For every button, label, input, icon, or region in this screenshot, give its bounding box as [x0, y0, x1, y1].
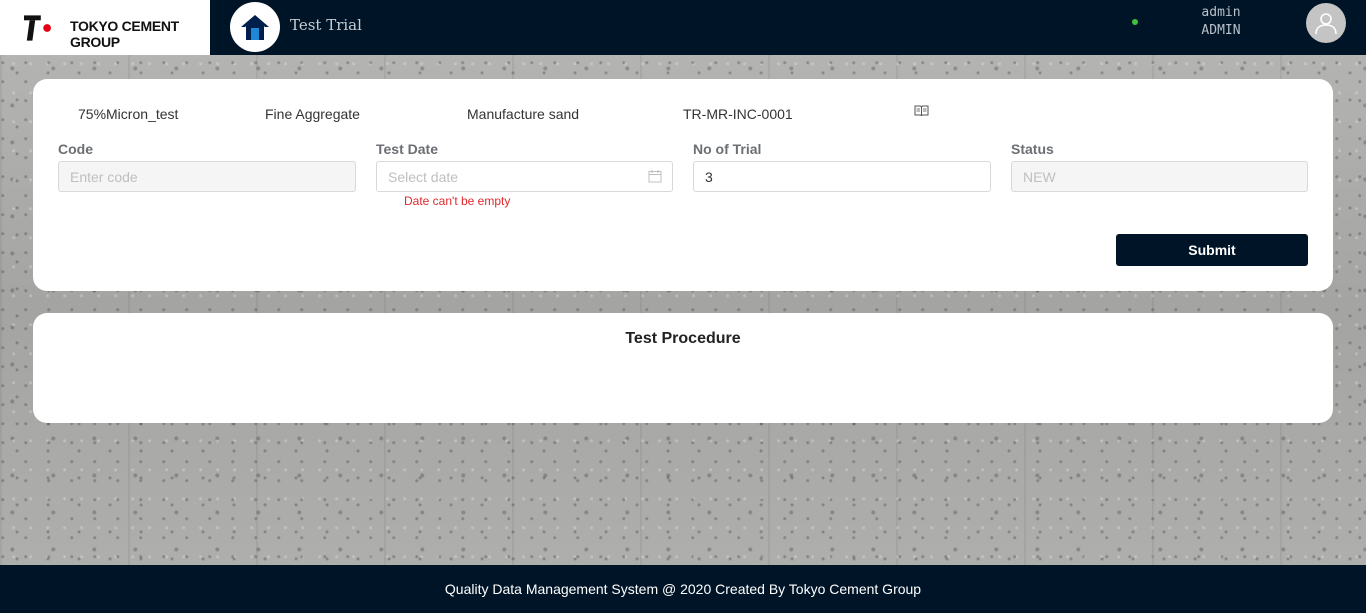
- sub-material-name: Manufacture sand: [467, 106, 580, 122]
- online-status-indicator: [1132, 19, 1138, 25]
- test-procedure-card: Test Procedure: [33, 313, 1333, 423]
- code-input[interactable]: [58, 161, 356, 192]
- test-date-picker[interactable]: [376, 161, 673, 192]
- submit-button[interactable]: Submit: [1116, 234, 1308, 266]
- material-name: Fine Aggregate: [265, 106, 360, 122]
- no-of-trial-label: No of Trial: [693, 141, 762, 157]
- page-title: Test Trial: [290, 16, 362, 34]
- home-icon: [241, 15, 269, 40]
- footer: Quality Data Management System @ 2020 Cr…: [0, 565, 1366, 613]
- logo-icon: [24, 15, 51, 41]
- book-icon[interactable]: [914, 105, 929, 117]
- brand-logo[interactable]: TOKYO CEMENT GROUP: [0, 0, 210, 55]
- user-icon: [1315, 13, 1337, 35]
- calendar-icon: [648, 170, 662, 183]
- user-role: ADMIN: [1201, 23, 1241, 38]
- test-procedure-title: Test Procedure: [625, 330, 741, 347]
- test-date-label: Test Date: [376, 141, 438, 157]
- test-trial-form-card: 75%Micron_test Fine Aggregate Manufactur…: [33, 79, 1333, 291]
- test-date-input[interactable]: [376, 161, 673, 192]
- top-navbar: TOKYO CEMENT GROUP Test Trial admin ADMI…: [0, 0, 1366, 55]
- brand-name: TOKYO CEMENT GROUP: [70, 18, 179, 50]
- test-date-error: Date can't be empty: [404, 194, 511, 208]
- status-label: Status: [1011, 141, 1054, 157]
- footer-text: Quality Data Management System @ 2020 Cr…: [444, 581, 922, 597]
- trial-code: TR-MR-INC-0001: [683, 106, 793, 122]
- no-of-trial-input[interactable]: [693, 161, 991, 192]
- test-name: 75%Micron_test: [78, 106, 179, 122]
- status-input[interactable]: [1011, 161, 1308, 192]
- code-label: Code: [58, 141, 93, 157]
- user-avatar[interactable]: [1306, 3, 1346, 43]
- user-name: admin: [1201, 5, 1241, 20]
- home-button[interactable]: [230, 2, 280, 52]
